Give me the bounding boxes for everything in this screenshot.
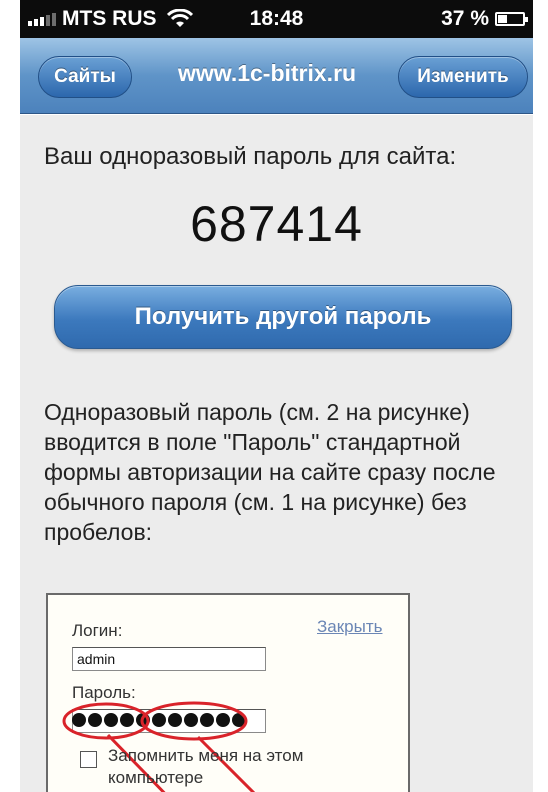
login-form-illustration: Логин: Закрыть admin Пароль: Запомнить м… (46, 593, 410, 792)
get-new-password-button[interactable]: Получить другой пароль (54, 285, 512, 349)
otp-code: 687414 (190, 196, 363, 252)
status-right: 37 % (441, 7, 528, 31)
nav-title: www.1c-bitrix.ru (178, 60, 357, 86)
sites-back-button[interactable]: Сайты (38, 56, 132, 98)
battery-percent: 37 % (441, 7, 489, 30)
remember-checkbox (80, 751, 97, 768)
navigation-bar: Сайты www.1c-bitrix.ru Изменить (20, 38, 533, 114)
main-content: Ваш одноразовый пароль для сайта: 687414… (20, 115, 533, 792)
battery-level (498, 15, 507, 23)
battery-icon (495, 12, 528, 26)
otp-description: Одноразовый пароль (см. 2 на рисунке) вв… (44, 399, 496, 545)
remember-label: Запомнить меня на этом компьютере (108, 746, 304, 787)
edit-button[interactable]: Изменить (398, 56, 528, 98)
otp-lead-text: Ваш одноразовый пароль для сайта: (44, 143, 457, 170)
status-bar: MTS RUS 18:48 37 % (20, 0, 533, 38)
